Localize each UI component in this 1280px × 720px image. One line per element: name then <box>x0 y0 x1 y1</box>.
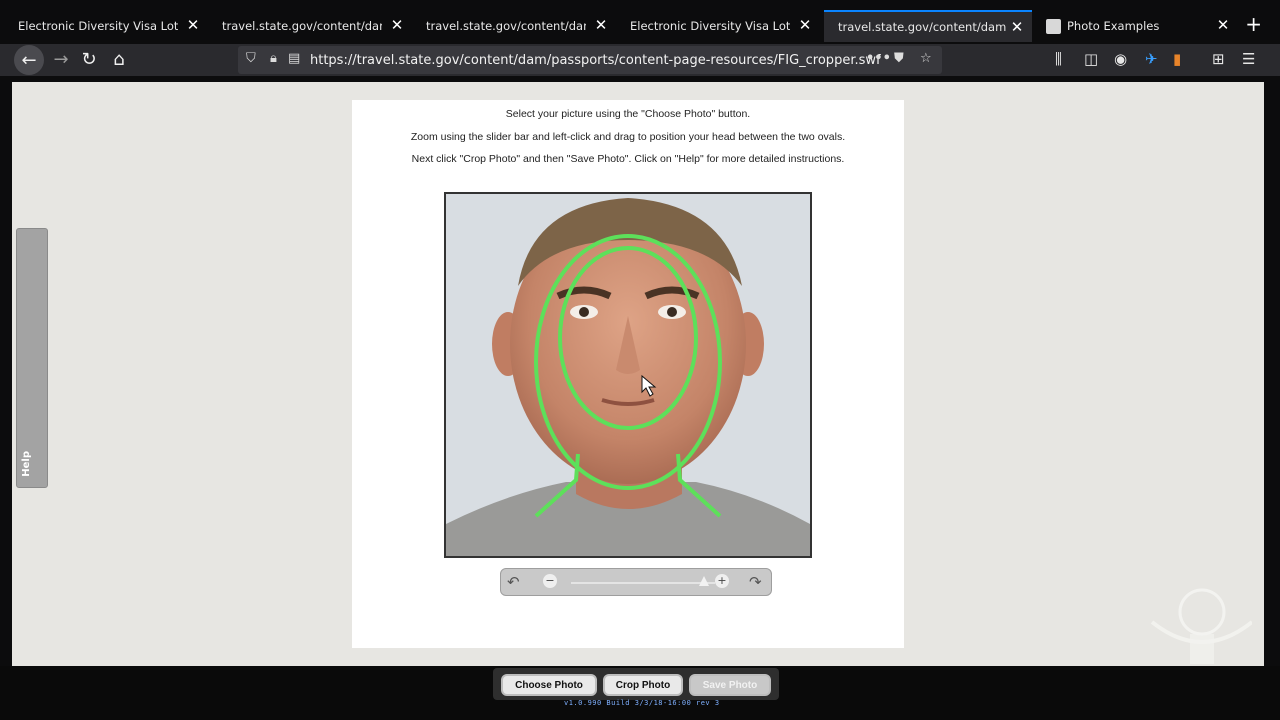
close-icon[interactable]: ✕ <box>1214 16 1232 34</box>
shield-icon[interactable]: ⛉ <box>246 51 256 66</box>
slider-thumb[interactable] <box>699 576 709 586</box>
tab-item[interactable]: travel.state.gov/content/dam/pas ✕ <box>412 10 616 42</box>
forward-arrow-icon[interactable]: → <box>46 44 76 74</box>
flash-content-area: Help Select your picture using the "Choo… <box>12 82 1264 666</box>
library-icon[interactable]: ⫼ <box>1055 50 1062 68</box>
sidebar-icon[interactable]: ◫ <box>1084 50 1098 68</box>
instruction-line: Next click "Crop Photo" and then "Save P… <box>411 153 845 165</box>
tab-label: Photo Examples <box>1067 19 1160 33</box>
choose-photo-button[interactable]: Choose Photo <box>501 674 597 696</box>
tab-item[interactable]: Photo Examples ✕ <box>1032 10 1238 42</box>
photo-cropper-panel: Select your picture using the "Choose Ph… <box>352 100 904 648</box>
rotate-left-icon[interactable]: ↶ <box>507 573 520 591</box>
rotate-right-icon[interactable]: ↷ <box>749 573 762 591</box>
action-bar: Choose Photo Crop Photo Save Photo v1.0.… <box>0 666 1280 720</box>
state-department-seal-icon <box>1150 588 1252 664</box>
tab-label: Electronic Diversity Visa Lottery <box>18 19 178 33</box>
permissions-icon[interactable]: ▤ <box>288 51 300 66</box>
tab-strip: Electronic Diversity Visa Lottery ✕ trav… <box>0 0 1280 44</box>
tab-label: Electronic Diversity Visa Lottery <box>630 19 790 33</box>
extension-flag-icon[interactable]: ▮ <box>1173 50 1181 68</box>
zoom-slider[interactable]: ↶ − + ↷ <box>500 568 772 596</box>
close-icon[interactable]: ✕ <box>1008 18 1026 36</box>
new-tab-icon[interactable]: + <box>1245 12 1262 36</box>
home-icon[interactable]: ⌂ <box>104 44 134 74</box>
zoom-out-icon[interactable]: − <box>543 574 557 588</box>
url-bar[interactable]: ⛉ 🔒︎ ▤ https://travel.state.gov/content/… <box>238 46 942 74</box>
pocket-icon[interactable]: ⛊ <box>894 51 904 66</box>
help-tab[interactable]: Help <box>16 228 48 488</box>
tab-label: travel.state.gov/content/dam/pas <box>426 19 586 33</box>
menu-hamburger-icon[interactable]: ☰ <box>1242 50 1255 68</box>
tab-label: travel.state.gov/content/dam/passp <box>838 20 1006 34</box>
extensions-icon[interactable]: ⊞ <box>1212 50 1225 68</box>
close-icon[interactable]: ✕ <box>592 16 610 34</box>
photo-crop-area[interactable] <box>444 192 812 558</box>
version-text: v1.0.990 Build 3/3/18-16:00 rev 3 <box>564 699 720 707</box>
help-label: Help <box>21 451 32 477</box>
extension-icon[interactable]: ✈ <box>1145 50 1158 68</box>
close-icon[interactable]: ✕ <box>184 16 202 34</box>
tab-item[interactable]: travel.state.gov/content/dam/pas ✕ <box>208 10 412 42</box>
bookmark-star-icon[interactable]: ☆ <box>920 51 932 66</box>
save-photo-button[interactable]: Save Photo <box>689 674 771 696</box>
close-icon[interactable]: ✕ <box>388 16 406 34</box>
tab-item[interactable]: Electronic Diversity Visa Lottery ✕ <box>4 10 208 42</box>
tab-label: travel.state.gov/content/dam/pas <box>222 19 382 33</box>
instruction-line: Zoom using the slider bar and left-click… <box>410 131 846 143</box>
url-text[interactable]: https://travel.state.gov/content/dam/pas… <box>310 53 881 68</box>
page-favicon-icon <box>1046 18 1061 34</box>
reload-icon[interactable]: ↻ <box>74 44 104 74</box>
page-actions-icon[interactable]: ••• <box>866 51 891 66</box>
tab-item-active[interactable]: travel.state.gov/content/dam/passp ✕ <box>824 10 1032 42</box>
close-icon[interactable]: ✕ <box>796 16 814 34</box>
crop-photo-button[interactable]: Crop Photo <box>603 674 683 696</box>
slider-track[interactable] <box>571 582 715 584</box>
back-arrow-icon[interactable]: ← <box>14 45 44 75</box>
portrait-photo[interactable] <box>446 194 810 556</box>
instruction-line: Select your picture using the "Choose Ph… <box>505 108 751 120</box>
account-icon[interactable]: ◉ <box>1114 50 1127 68</box>
tab-item[interactable]: Electronic Diversity Visa Lottery ✕ <box>616 10 820 42</box>
zoom-in-icon[interactable]: + <box>715 574 729 588</box>
lock-icon[interactable]: 🔒︎ <box>270 51 277 66</box>
navigation-toolbar: ← → ↻ ⌂ ⛉ 🔒︎ ▤ https://travel.state.gov/… <box>0 44 1280 76</box>
